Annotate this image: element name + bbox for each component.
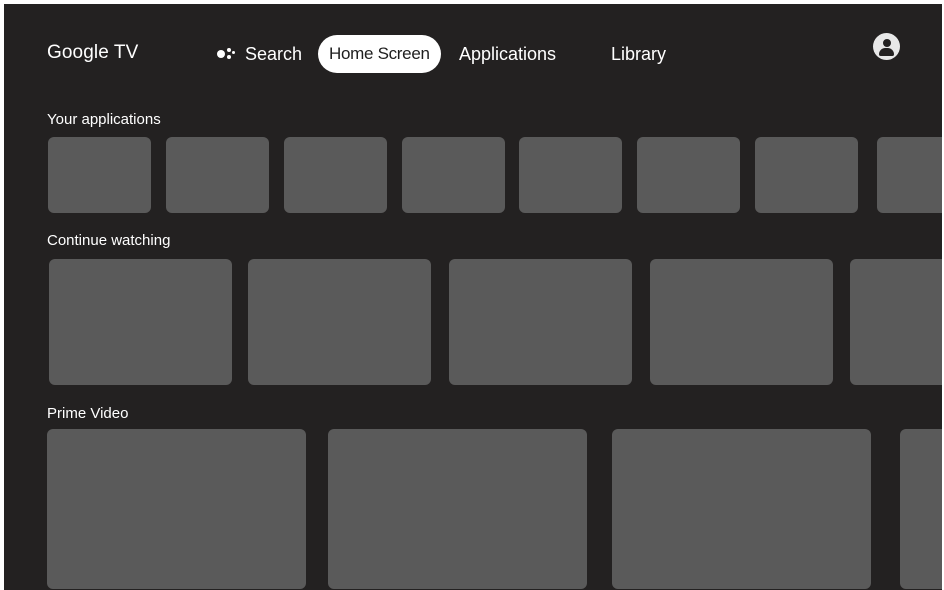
app-tile[interactable]: [284, 137, 387, 213]
prime-video-tile[interactable]: [900, 429, 942, 589]
continue-watching-tile[interactable]: [650, 259, 833, 385]
app-tile[interactable]: [877, 137, 942, 213]
nav-search-label: Search: [245, 44, 303, 64]
app-tile[interactable]: [166, 137, 269, 213]
tv-screen: Google TV Search Home Screen Application…: [4, 4, 942, 590]
section-title-continue-watching: Continue watching: [47, 232, 171, 249]
nav-applications[interactable]: Applications: [459, 44, 556, 65]
continue-watching-tile[interactable]: [49, 259, 232, 385]
prime-video-tile[interactable]: [612, 429, 871, 589]
nav-home-screen[interactable]: Home Screen: [318, 35, 441, 73]
app-tile[interactable]: [48, 137, 151, 213]
section-title-prime-video: Prime Video: [47, 405, 129, 422]
nav-library[interactable]: Library: [611, 44, 666, 65]
account-icon[interactable]: [873, 33, 900, 60]
app-tile[interactable]: [755, 137, 858, 213]
app-tile[interactable]: [637, 137, 740, 213]
section-title-your-applications: Your applications: [47, 111, 161, 128]
prime-video-tile[interactable]: [328, 429, 587, 589]
assistant-icon: [217, 47, 237, 63]
continue-watching-tile[interactable]: [449, 259, 632, 385]
continue-watching-tile[interactable]: [248, 259, 431, 385]
app-tile[interactable]: [402, 137, 505, 213]
app-title: Google TV: [47, 42, 139, 63]
prime-video-tile[interactable]: [47, 429, 306, 589]
app-tile[interactable]: [519, 137, 622, 213]
nav-search[interactable]: Search: [217, 44, 302, 65]
continue-watching-tile[interactable]: [850, 259, 942, 385]
